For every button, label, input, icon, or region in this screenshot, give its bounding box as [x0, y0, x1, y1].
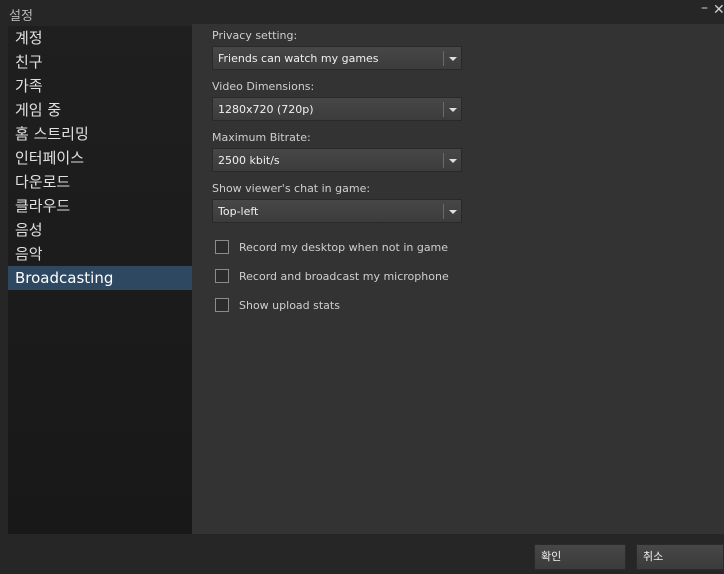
sidebar-item-friends[interactable]: 친구 — [8, 50, 192, 74]
record-microphone-label: Record and broadcast my microphone — [239, 270, 449, 283]
sidebar-item-voice[interactable]: 음성 — [8, 218, 192, 242]
sidebar-item-cloud[interactable]: 클라우드 — [8, 194, 192, 218]
chevron-down-icon — [449, 57, 457, 61]
chevron-down-icon — [449, 210, 457, 214]
select-divider — [443, 153, 444, 168]
sidebar-item-downloads[interactable]: 다운로드 — [8, 170, 192, 194]
maximum-bitrate-label: Maximum Bitrate: — [212, 131, 311, 144]
record-desktop-checkbox[interactable] — [215, 240, 229, 254]
minimize-icon[interactable]: – — [701, 0, 708, 16]
select-divider — [443, 204, 444, 219]
sidebar-item-account[interactable]: 계정 — [8, 26, 192, 50]
maximum-bitrate-value: 2500 kbit/s — [218, 154, 280, 167]
window-title: 설정 — [9, 9, 33, 24]
select-divider — [443, 51, 444, 66]
video-dimensions-select[interactable]: 1280x720 (720p) — [212, 97, 462, 121]
sidebar-item-broadcasting[interactable]: Broadcasting — [8, 266, 192, 290]
sidebar-item-home-streaming[interactable]: 홈 스트리밍 — [8, 122, 192, 146]
title-bar: 설정 – ✕ — [0, 0, 724, 24]
upload-stats-checkbox[interactable] — [215, 298, 229, 312]
video-dimensions-label: Video Dimensions: — [212, 80, 315, 93]
viewer-chat-value: Top-left — [218, 205, 259, 218]
chevron-down-icon — [449, 108, 457, 112]
sidebar-item-music[interactable]: 음악 — [8, 242, 192, 266]
chevron-down-icon — [449, 159, 457, 163]
select-divider — [443, 102, 444, 117]
viewer-chat-label: Show viewer's chat in game: — [212, 182, 371, 195]
cancel-button[interactable]: 취소 — [636, 544, 724, 570]
privacy-setting-value: Friends can watch my games — [218, 52, 379, 65]
settings-sidebar: 계정 친구 가족 게임 중 홈 스트리밍 인터페이스 다운로드 클라우드 음성 … — [8, 26, 192, 534]
maximum-bitrate-select[interactable]: 2500 kbit/s — [212, 148, 462, 172]
privacy-setting-select[interactable]: Friends can watch my games — [212, 46, 462, 70]
close-icon[interactable]: ✕ — [713, 2, 724, 18]
sidebar-item-in-game[interactable]: 게임 중 — [8, 98, 192, 122]
sidebar-item-family[interactable]: 가족 — [8, 74, 192, 98]
record-microphone-checkbox[interactable] — [215, 269, 229, 283]
broadcasting-panel: Privacy setting: Friends can watch my ga… — [192, 24, 724, 534]
viewer-chat-select[interactable]: Top-left — [212, 199, 462, 223]
upload-stats-label: Show upload stats — [239, 299, 340, 312]
sidebar-item-interface[interactable]: 인터페이스 — [8, 146, 192, 170]
ok-button[interactable]: 확인 — [534, 544, 626, 570]
record-desktop-label: Record my desktop when not in game — [239, 241, 449, 254]
privacy-setting-label: Privacy setting: — [212, 29, 298, 42]
video-dimensions-value: 1280x720 (720p) — [218, 103, 314, 116]
